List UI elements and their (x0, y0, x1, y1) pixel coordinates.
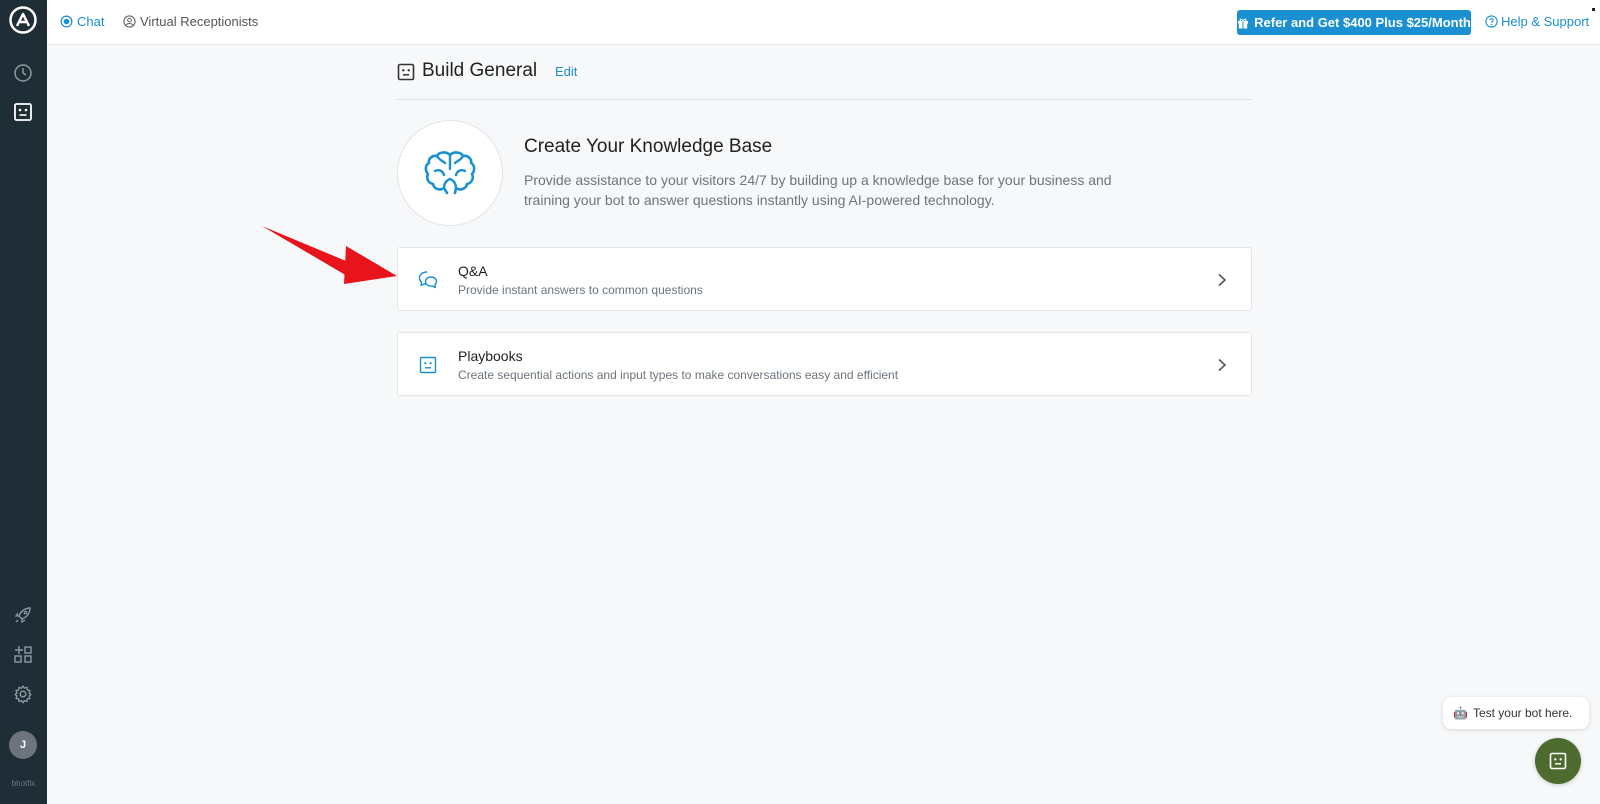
tab-virtual-receptionists-label: Virtual Receptionists (140, 14, 259, 29)
annotation-arrow (262, 226, 397, 284)
apps-nav-button[interactable] (11, 642, 35, 666)
playbooks-card-title: Playbooks (458, 348, 523, 364)
knowledge-base-illustration (397, 120, 503, 226)
settings-nav-button[interactable] (11, 682, 35, 706)
brain-icon (424, 151, 476, 195)
chevron-right-icon (1218, 273, 1227, 287)
top-bar: Chat Virtual Receptionists Refer and Get… (47, 0, 1600, 45)
qa-card-description: Provide instant answers to common questi… (458, 283, 703, 297)
clock-icon (14, 64, 32, 82)
brand-label: bhotfix (11, 779, 36, 788)
grid-add-icon (14, 646, 32, 663)
launch-nav-button[interactable] (11, 603, 35, 627)
bots-nav-button[interactable] (11, 100, 35, 124)
edit-title-link[interactable]: Edit (555, 64, 577, 79)
gear-icon (14, 685, 32, 704)
robot-emoji-icon: 🤖 (1453, 706, 1468, 720)
test-bot-button[interactable] (1535, 738, 1581, 784)
help-support-label: Help & Support (1501, 14, 1590, 29)
bot-icon (419, 356, 437, 374)
refer-button-label: Refer and Get $400 Plus $25/Month (1254, 15, 1471, 30)
history-nav-button[interactable] (11, 61, 35, 85)
page-header: Build General Edit (397, 46, 1252, 100)
gift-icon (1238, 18, 1249, 29)
bot-icon (1549, 752, 1567, 770)
qa-bubbles-icon (418, 271, 438, 289)
playbooks-card-description: Create sequential actions and input type… (458, 368, 899, 382)
tab-chat-label: Chat (77, 14, 105, 29)
page-title: Build General (422, 60, 538, 81)
playbooks-card[interactable]: Playbooks Create sequential actions and … (397, 332, 1252, 396)
bot-icon (14, 103, 32, 121)
tab-chat[interactable]: Chat (60, 14, 104, 29)
qa-card-title: Q&A (458, 263, 488, 279)
knowledge-base-description: Provide assistance to your visitors 24/7… (524, 172, 1112, 208)
bot-icon (397, 63, 415, 81)
test-bot-tooltip: 🤖 Test your bot here. (1443, 697, 1589, 729)
user-avatar[interactable]: J (9, 731, 37, 759)
app-logo-icon[interactable] (9, 6, 37, 34)
sidebar: J bhotfix (0, 0, 47, 804)
rocket-icon (14, 607, 31, 624)
tab-virtual-receptionists[interactable]: Virtual Receptionists (123, 14, 258, 29)
question-circle-icon (1485, 15, 1498, 28)
chevron-right-icon (1218, 358, 1227, 372)
knowledge-base-title: Create Your Knowledge Base (524, 136, 773, 157)
test-bot-tooltip-text: Test your bot here. (1472, 706, 1573, 720)
help-support-link[interactable]: Help & Support (1485, 14, 1589, 29)
refer-button[interactable]: Refer and Get $400 Plus $25/Month (1237, 10, 1471, 35)
qa-card[interactable]: Q&A Provide instant answers to common qu… (397, 247, 1252, 311)
corner-dot (1592, 8, 1595, 11)
receptionist-icon (123, 15, 136, 28)
chat-bubble-icon (60, 15, 73, 28)
